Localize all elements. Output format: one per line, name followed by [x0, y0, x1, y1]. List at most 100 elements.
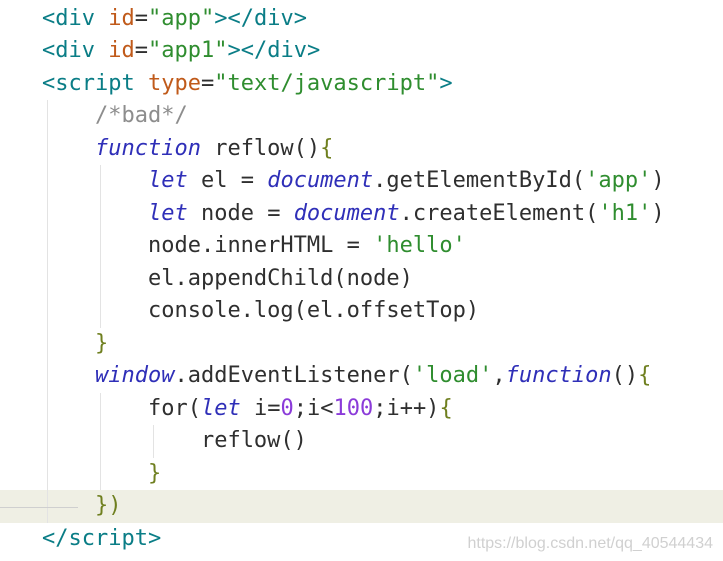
watermark: https://blog.csdn.net/qq_40544434 [467, 535, 713, 552]
code-text: <div id="app1"></div> [42, 35, 320, 68]
code-token: el.appendChild(node) [147, 265, 413, 291]
code-text: </script> [42, 523, 161, 556]
code-token: 'load' [412, 363, 493, 388]
code-token: ></ [227, 38, 268, 63]
code-token: > [439, 70, 453, 96]
code-token: div [253, 5, 294, 31]
code-line[interactable]: window.addEventListener('load',function(… [0, 360, 723, 393]
code-token: window [94, 363, 175, 388]
code-token: reflow [200, 135, 294, 161]
code-token: script [68, 525, 148, 551]
code-text: <div id="app"></div> [42, 3, 307, 36]
code-token: let [147, 168, 188, 193]
code-token: i= [240, 395, 281, 421]
code-token: function [505, 363, 612, 388]
code-token: }) [94, 493, 122, 518]
code-text: window.addEventListener('load',function(… [42, 360, 651, 393]
code-token: document [267, 168, 374, 193]
code-token: < [42, 5, 56, 31]
code-token: () [293, 135, 321, 161]
code-token: id [108, 38, 135, 63]
code-token: .createElement( [399, 200, 599, 226]
code-text: /*bad*/ [42, 100, 188, 133]
code-token: "app" [148, 5, 215, 31]
code-token: 100 [333, 395, 374, 421]
code-token: { [439, 395, 453, 421]
code-token: { [638, 363, 652, 388]
code-token: > [147, 525, 162, 551]
code-token: document [293, 200, 400, 226]
code-text: node.innerHTML = 'hello' [42, 230, 466, 263]
code-text: let node = document.createElement('h1') [42, 198, 665, 231]
code-token: = [134, 38, 148, 63]
code-token: { [320, 135, 334, 161]
code-token: console.log(el.offsetTop) [147, 298, 480, 323]
code-line[interactable]: <script type="text/javascript"> [0, 68, 723, 101]
code-token: ;i< [293, 395, 334, 421]
code-line[interactable]: } [0, 327, 723, 361]
code-token: /*bad*/ [94, 103, 188, 128]
code-line[interactable]: }) [0, 490, 723, 523]
code-token: 'h1' [598, 200, 652, 226]
code-text: <script type="text/javascript"> [42, 68, 453, 101]
code-token: el = [187, 168, 268, 193]
code-token: ) [651, 200, 665, 226]
code-text: } [42, 458, 161, 491]
code-line[interactable]: el.appendChild(node) [0, 262, 723, 296]
code-token: 'hello' [373, 233, 466, 258]
code-line[interactable]: node.innerHTML = 'hello' [0, 230, 723, 263]
code-editor[interactable]: <div id="app"></div> <div id="app1"></div… [0, 0, 723, 561]
code-text: let el = document.getElementById('app') [42, 165, 665, 198]
code-text: } [42, 328, 108, 361]
code-token: 0 [280, 395, 294, 421]
code-token: for( [147, 395, 201, 421]
code-token: node.innerHTML = [147, 233, 374, 258]
code-token: } [94, 330, 109, 356]
code-token: id [108, 5, 135, 31]
code-token: ;i++) [373, 395, 440, 421]
code-token: > [293, 5, 307, 31]
code-line[interactable]: <div id="app"></div> [0, 3, 723, 36]
code-token: ></ [214, 5, 254, 31]
code-line[interactable]: <div id="app1"></div> [0, 35, 723, 68]
code-line[interactable]: reflow() [0, 425, 723, 458]
code-text: for(let i=0;i<100;i++){ [42, 393, 453, 426]
code-token: , [492, 363, 506, 388]
code-line[interactable]: for(let i=0;i<100;i++){ [0, 392, 723, 426]
code-line[interactable]: console.log(el.offsetTop) [0, 295, 723, 328]
code-token: ) [651, 168, 665, 193]
code-token: = [134, 5, 148, 31]
code-token: < [42, 70, 56, 96]
code-line[interactable]: /*bad*/ [0, 100, 723, 133]
code-line[interactable]: let node = document.createElement('h1') [0, 197, 723, 231]
code-token: "app1" [148, 38, 228, 63]
code-token: () [611, 363, 639, 388]
code-token: "text/javascript" [214, 70, 440, 96]
code-text: el.appendChild(node) [42, 263, 413, 296]
code-line[interactable]: let el = document.getElementById('app') [0, 165, 723, 198]
code-token: .addEventListener( [174, 363, 413, 388]
code-line[interactable]: function reflow(){ [0, 132, 723, 165]
code-token: type [147, 70, 201, 96]
code-token: reflow() [200, 428, 307, 453]
code-token: < [42, 38, 56, 63]
code-token: = [200, 70, 215, 96]
code-line[interactable]: } [0, 457, 723, 491]
code-token: 'app' [585, 168, 652, 193]
code-token: node = [187, 200, 294, 226]
code-token: .getElementById( [373, 168, 586, 193]
